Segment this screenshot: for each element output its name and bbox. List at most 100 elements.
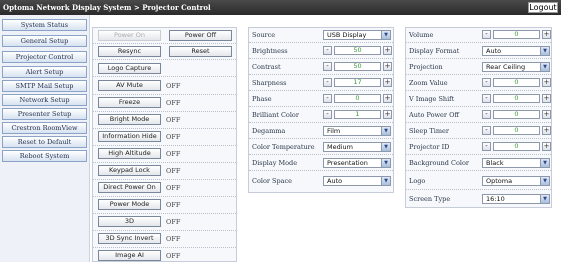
- sharpness-minus-button[interactable]: -: [323, 78, 332, 87]
- color-space-select[interactable]: Auto ▼: [323, 176, 391, 186]
- sidebar-item-reset-to-default[interactable]: Reset to Default: [2, 136, 87, 148]
- contrast-label: Contrast: [252, 63, 281, 71]
- chevron-down-icon: ▼: [540, 159, 549, 167]
- sleep-timer-minus-button[interactable]: -: [482, 126, 491, 135]
- brilliant-color-plus-button[interactable]: +: [383, 110, 392, 119]
- divider: [406, 154, 551, 155]
- image-settings-panel: Source USB Display ▼ Brightness - 50 + C…: [248, 27, 394, 193]
- divider: [406, 58, 551, 59]
- divider: [406, 189, 551, 190]
- divider: [249, 90, 393, 91]
- chevron-down-icon: ▼: [381, 31, 390, 39]
- logo-capture-button[interactable]: Logo Capture: [98, 63, 161, 74]
- sidebar-item-reboot-system[interactable]: Reboot System: [2, 150, 87, 162]
- phase-value[interactable]: 0: [334, 94, 381, 103]
- background-color-value: Black: [486, 159, 504, 167]
- projector-id-value[interactable]: 0: [493, 142, 540, 151]
- sharpness-value[interactable]: 17: [334, 78, 381, 87]
- v-image-shift-minus-button[interactable]: -: [482, 94, 491, 103]
- contrast-value[interactable]: 50: [334, 62, 381, 71]
- contrast-plus-button[interactable]: +: [383, 62, 392, 71]
- phase-label: Phase: [252, 95, 272, 103]
- sleep-timer-plus-button[interactable]: +: [542, 126, 551, 135]
- sidebar-item-projector-control[interactable]: Projector Control: [2, 51, 87, 63]
- direct-power-on-button[interactable]: Direct Power On: [98, 182, 161, 193]
- v-image-shift-plus-button[interactable]: +: [542, 94, 551, 103]
- logo-select[interactable]: Optoma ▼: [482, 176, 550, 186]
- divider: [249, 154, 393, 155]
- sleep-timer-value[interactable]: 0: [493, 126, 540, 135]
- high-altitude-status: OFF: [166, 150, 181, 158]
- divider: [93, 196, 236, 197]
- display-format-value: Auto: [486, 47, 502, 55]
- zoom-value-minus-button[interactable]: -: [482, 78, 491, 87]
- source-select[interactable]: USB Display ▼: [323, 30, 391, 40]
- logout-button[interactable]: Logout: [528, 2, 558, 13]
- color-space-value: Auto: [327, 177, 343, 185]
- volume-minus-button[interactable]: -: [482, 30, 491, 39]
- source-label: Source: [252, 31, 276, 39]
- color-temperature-select[interactable]: Medium ▼: [323, 142, 391, 152]
- resync-button[interactable]: Resync: [98, 46, 161, 57]
- brilliant-color-value[interactable]: 1: [334, 110, 381, 119]
- sharpness-label: Sharpness: [252, 79, 287, 87]
- high-altitude-button[interactable]: High Altitude: [98, 148, 161, 159]
- degamma-select[interactable]: Film ▼: [323, 126, 391, 136]
- v-image-shift-value[interactable]: 0: [493, 94, 540, 103]
- sidebar-item-crestron-roomview[interactable]: Crestron RoomView: [2, 122, 87, 134]
- power-off-button[interactable]: Power Off: [169, 30, 232, 41]
- brilliant-color-minus-button[interactable]: -: [323, 110, 332, 119]
- phase-minus-button[interactable]: -: [323, 94, 332, 103]
- image-ai-button[interactable]: Image AI: [98, 250, 161, 261]
- bright-mode-button[interactable]: Bright Mode: [98, 114, 161, 125]
- degamma-value: Film: [327, 127, 341, 135]
- zoom-value-value[interactable]: 0: [493, 78, 540, 87]
- auto-power-off-plus-button[interactable]: +: [542, 110, 551, 119]
- projection-select[interactable]: Rear Ceiling ▼: [482, 62, 550, 72]
- auto-power-off-value[interactable]: 0: [493, 110, 540, 119]
- sidebar-item-alert-setup[interactable]: Alert Setup: [2, 66, 87, 78]
- volume-value[interactable]: 0: [493, 30, 540, 39]
- screen-type-select[interactable]: 16:10 ▼: [482, 194, 550, 204]
- divider: [93, 76, 236, 77]
- divider: [406, 106, 551, 107]
- information-hide-button[interactable]: Information Hide: [98, 131, 161, 142]
- chevron-down-icon: ▼: [381, 143, 390, 151]
- keypad-lock-button[interactable]: Keypad Lock: [98, 165, 161, 176]
- display-format-select[interactable]: Auto ▼: [482, 46, 550, 56]
- projector-id-plus-button[interactable]: +: [542, 142, 551, 151]
- sidebar-item-general-setup[interactable]: General Setup: [2, 35, 87, 47]
- 3d-button[interactable]: 3D: [98, 216, 161, 227]
- power-mode-button[interactable]: Power Mode: [98, 199, 161, 210]
- sidebar-item-network-setup[interactable]: Network Setup: [2, 94, 87, 106]
- volume-plus-button[interactable]: +: [542, 30, 551, 39]
- logo-value: Optoma: [486, 177, 513, 185]
- brightness-minus-button[interactable]: -: [323, 46, 332, 55]
- brightness-plus-button[interactable]: +: [383, 46, 392, 55]
- sidebar-item-system-status[interactable]: System Status: [2, 19, 87, 31]
- brightness-label: Brightness: [252, 47, 288, 55]
- display-mode-select[interactable]: Presentation ▼: [323, 158, 391, 168]
- sidebar-item-smtp-mail-setup[interactable]: SMTP Mail Setup: [2, 80, 87, 92]
- sidebar: System Status General Setup Projector Co…: [0, 15, 90, 262]
- zoom-value-plus-button[interactable]: +: [542, 78, 551, 87]
- brightness-value[interactable]: 50: [334, 46, 381, 55]
- phase-plus-button[interactable]: +: [383, 94, 392, 103]
- divider: [406, 138, 551, 139]
- auto-power-off-minus-button[interactable]: -: [482, 110, 491, 119]
- background-color-select[interactable]: Black ▼: [482, 158, 550, 168]
- divider: [406, 90, 551, 91]
- degamma-label: Degamma: [252, 127, 286, 135]
- sidebar-item-presenter-setup[interactable]: Presenter Setup: [2, 108, 87, 120]
- screen-type-value: 16:10: [486, 195, 505, 203]
- divider: [93, 179, 236, 180]
- freeze-button[interactable]: Freeze: [98, 97, 161, 108]
- sharpness-plus-button[interactable]: +: [383, 78, 392, 87]
- av-mute-button[interactable]: AV Mute: [98, 80, 161, 91]
- projector-id-minus-button[interactable]: -: [482, 142, 491, 151]
- 3d-sync-invert-button[interactable]: 3D Sync Invert: [98, 233, 161, 244]
- power-on-button[interactable]: Power On: [98, 30, 161, 41]
- reset-button[interactable]: Reset: [169, 46, 232, 57]
- contrast-minus-button[interactable]: -: [323, 62, 332, 71]
- display-mode-label: Display Mode: [252, 159, 298, 167]
